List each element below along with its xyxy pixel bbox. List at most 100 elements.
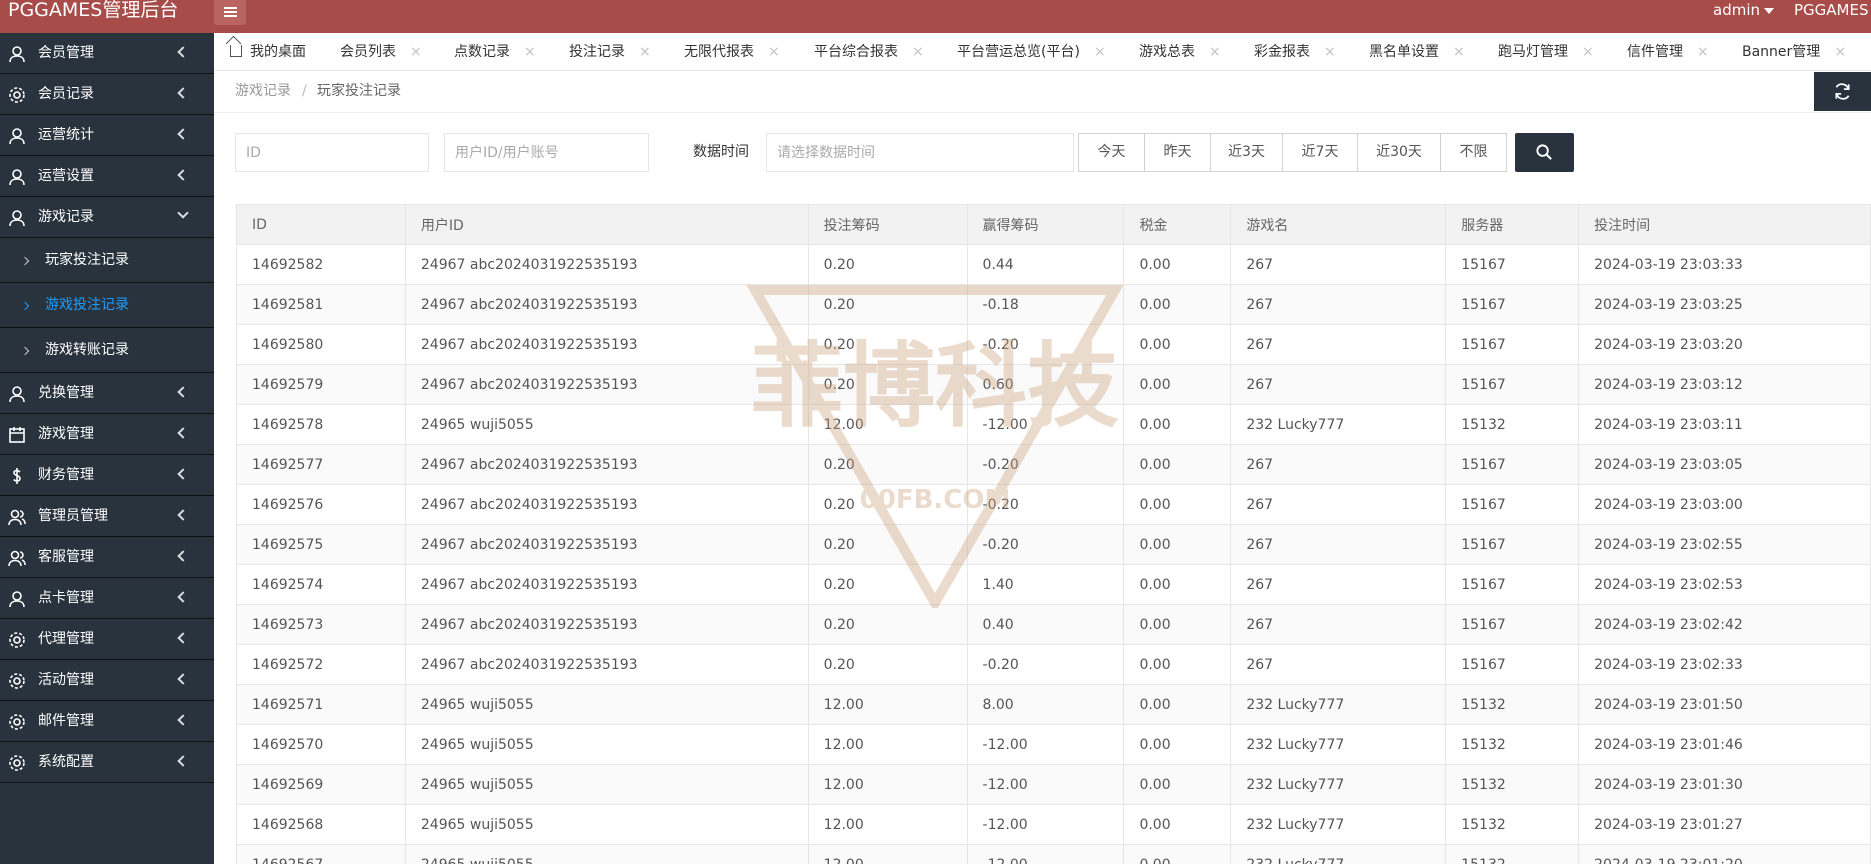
users-icon bbox=[8, 509, 26, 526]
menu-toggle-button[interactable] bbox=[214, 0, 246, 25]
sidebar-item-mail-mgmt[interactable]: 邮件管理 bbox=[0, 701, 214, 742]
cell-user-id: 24967 abc2024031922535193 bbox=[404, 524, 809, 565]
data-time-input[interactable] bbox=[766, 133, 1074, 172]
col-bet-time-header[interactable]: 投注时间 bbox=[1578, 204, 1871, 245]
tab-points-records[interactable]: 点数记录 × bbox=[454, 33, 536, 70]
quick-30days-button[interactable]: 近30天 bbox=[1357, 133, 1441, 172]
cell-id: 14692581 bbox=[236, 284, 406, 325]
cell-server: 15167 bbox=[1445, 444, 1580, 485]
table-row: 14692577 24967 abc2024031922535193 0.20 -0.… bbox=[236, 444, 1871, 485]
quick-yesterday-button[interactable]: 昨天 bbox=[1144, 133, 1211, 172]
sidebar-item-ops-settings[interactable]: 运营设置 bbox=[0, 156, 214, 197]
col-game-name-header[interactable]: 游戏名 bbox=[1230, 204, 1447, 245]
cell-win-chips: -12.00 bbox=[966, 764, 1125, 805]
close-icon[interactable]: × bbox=[1324, 44, 1336, 60]
col-win-chips-header[interactable]: 赢得筹码 bbox=[966, 204, 1125, 245]
cell-bet-time: 2024-03-19 23:01:46 bbox=[1578, 724, 1871, 765]
col-user-id-header[interactable]: 用户ID bbox=[404, 204, 809, 245]
sidebar-subitem-game-transfers[interactable]: 游戏转账记录 bbox=[0, 328, 214, 373]
tab-platform-overview[interactable]: 平台营运总览(平台) × bbox=[957, 33, 1106, 70]
cell-server: 15167 bbox=[1445, 604, 1580, 645]
sidebar-item-game-mgmt[interactable]: 游戏管理 bbox=[0, 414, 214, 455]
close-icon[interactable]: × bbox=[1582, 44, 1594, 60]
user-icon bbox=[9, 591, 25, 608]
quick-3days-button[interactable]: 近3天 bbox=[1210, 133, 1283, 172]
sidebar-item-member-records[interactable]: 会员记录 bbox=[0, 74, 214, 115]
sidebar-item-system-config[interactable]: 系统配置 bbox=[0, 742, 214, 783]
cell-game-name: 232 Lucky777 bbox=[1230, 804, 1447, 845]
sidebar-subitem-game-bets[interactable]: 游戏投注记录 bbox=[0, 283, 214, 328]
tab-blacklist-settings[interactable]: 黑名单设置 × bbox=[1369, 33, 1465, 70]
sidebar-subitem-label: 玩家投注记录 bbox=[45, 252, 129, 268]
quick-7days-button[interactable]: 近7天 bbox=[1282, 133, 1358, 172]
cell-server: 15167 bbox=[1445, 564, 1580, 605]
tab-jackpot-report[interactable]: 彩金报表 × bbox=[1254, 33, 1336, 70]
cell-tax: 0.00 bbox=[1123, 404, 1232, 445]
close-icon[interactable]: × bbox=[1453, 44, 1465, 60]
user-icon bbox=[9, 386, 25, 403]
sidebar-subitem-label: 游戏投注记录 bbox=[45, 297, 129, 313]
tab-banner-mgmt[interactable]: Banner管理 × bbox=[1742, 33, 1846, 70]
cell-id: 14692572 bbox=[236, 644, 406, 685]
col-id-header[interactable]: ID bbox=[236, 204, 406, 245]
sidebar-item-admin-mgmt[interactable]: 管理员管理 bbox=[0, 496, 214, 537]
cell-bet-chips: 12.00 bbox=[807, 804, 968, 845]
sidebar-item-agent-mgmt[interactable]: 代理管理 bbox=[0, 619, 214, 660]
table-row: 14692570 24965 wuji5055 12.00 -12.00 0.00 232… bbox=[236, 724, 1871, 765]
tab-marquee-mgmt[interactable]: 跑马灯管理 × bbox=[1498, 33, 1594, 70]
sidebar-subitem-player-bets[interactable]: 玩家投注记录 bbox=[0, 238, 214, 283]
cell-server: 15132 bbox=[1445, 804, 1580, 845]
breadcrumb-parent[interactable]: 游戏记录 bbox=[235, 71, 291, 111]
col-bet-chips-header[interactable]: 投注筹码 bbox=[807, 204, 968, 245]
quick-today-button[interactable]: 今天 bbox=[1078, 133, 1145, 172]
chevron-right-icon bbox=[20, 346, 30, 356]
close-icon[interactable]: × bbox=[639, 44, 651, 60]
cell-game-name: 267 bbox=[1230, 244, 1447, 285]
quick-unlimited-button[interactable]: 不限 bbox=[1440, 133, 1507, 172]
cell-win-chips: -0.20 bbox=[966, 484, 1125, 525]
sidebar-item-game-records[interactable]: 游戏记录 bbox=[0, 197, 214, 238]
gear-icon bbox=[9, 87, 25, 103]
user-id-input[interactable] bbox=[444, 133, 649, 172]
close-icon[interactable]: × bbox=[768, 44, 780, 60]
close-icon[interactable]: × bbox=[1834, 44, 1846, 60]
cell-user-id: 24965 wuji5055 bbox=[404, 724, 809, 765]
close-icon[interactable]: × bbox=[912, 44, 924, 60]
tab-label: 跑马灯管理 bbox=[1498, 44, 1568, 60]
tab-member-list[interactable]: 会员列表 × bbox=[340, 33, 422, 70]
tab-unlimited-agent-report[interactable]: 无限代报表 × bbox=[684, 33, 780, 70]
sidebar-item-activity-mgmt[interactable]: 活动管理 bbox=[0, 660, 214, 701]
user-menu[interactable]: admin bbox=[1713, 0, 1774, 20]
cell-tax: 0.00 bbox=[1123, 764, 1232, 805]
tab-platform-report[interactable]: 平台综合报表 × bbox=[814, 33, 924, 70]
tab-my-desktop[interactable]: 我的桌面 bbox=[230, 33, 306, 70]
sidebar-item-support-mgmt[interactable]: 客服管理 bbox=[0, 537, 214, 578]
user-name: admin bbox=[1713, 1, 1760, 19]
sidebar-item-label: 活动管理 bbox=[38, 672, 94, 688]
tab-bet-records[interactable]: 投注记录 × bbox=[569, 33, 651, 70]
sidebar-item-finance-mgmt[interactable]: 财务管理 bbox=[0, 455, 214, 496]
close-icon[interactable]: × bbox=[524, 44, 536, 60]
sidebar-item-member-mgmt[interactable]: 会员管理 bbox=[0, 33, 214, 74]
refresh-icon bbox=[1835, 83, 1850, 100]
close-icon[interactable]: × bbox=[410, 44, 422, 60]
tab-label: 游戏总表 bbox=[1139, 44, 1195, 60]
sidebar-item-ops-stats[interactable]: 运营统计 bbox=[0, 115, 214, 156]
col-tax-header[interactable]: 税金 bbox=[1123, 204, 1232, 245]
cell-win-chips: -0.18 bbox=[966, 284, 1125, 325]
refresh-button[interactable] bbox=[1814, 72, 1871, 111]
sidebar-item-exchange-mgmt[interactable]: 兑换管理 bbox=[0, 373, 214, 414]
cell-bet-time: 2024-03-19 23:03:33 bbox=[1578, 244, 1871, 285]
sidebar-item-card-mgmt[interactable]: 点卡管理 bbox=[0, 578, 214, 619]
col-server-header[interactable]: 服务器 bbox=[1445, 204, 1580, 245]
sidebar-item-label: 兑换管理 bbox=[38, 385, 94, 401]
tab-letter-mgmt[interactable]: 信件管理 × bbox=[1627, 33, 1709, 70]
close-icon[interactable]: × bbox=[1209, 44, 1221, 60]
search-button[interactable] bbox=[1515, 133, 1574, 172]
close-icon[interactable]: × bbox=[1094, 44, 1106, 60]
home-icon bbox=[230, 45, 242, 57]
site-name[interactable]: PGGAMES bbox=[1794, 0, 1869, 20]
id-input[interactable] bbox=[235, 133, 429, 172]
tab-game-summary[interactable]: 游戏总表 × bbox=[1139, 33, 1221, 70]
close-icon[interactable]: × bbox=[1697, 44, 1709, 60]
